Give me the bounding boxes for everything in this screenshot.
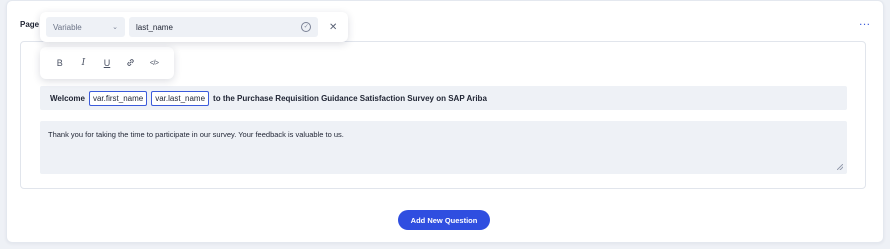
variable-popup: Variable ⌄ last_name ✓ ✕ bbox=[40, 12, 348, 42]
confirm-check-icon[interactable]: ✓ bbox=[301, 22, 312, 32]
variable-type-select[interactable]: Variable ⌄ bbox=[46, 17, 125, 37]
link-icon-svg bbox=[127, 58, 134, 66]
code-button[interactable]: </> bbox=[146, 60, 162, 67]
variable-name-input[interactable]: last_name ✓ bbox=[129, 17, 319, 37]
link-icon[interactable] bbox=[123, 58, 139, 69]
variable-name-value: last_name bbox=[136, 22, 173, 32]
more-options-icon[interactable]: … bbox=[856, 15, 872, 31]
close-icon[interactable]: ✕ bbox=[324, 18, 342, 36]
variable-type-value: Variable bbox=[53, 22, 82, 32]
page-label: Page bbox=[20, 20, 40, 29]
title-prefix: Welcome bbox=[50, 93, 85, 103]
resize-handle-icon[interactable] bbox=[837, 164, 843, 170]
add-new-question-button[interactable]: Add New Question bbox=[398, 210, 490, 230]
variable-chip-last-name[interactable]: var.last_name bbox=[151, 90, 210, 106]
underline-button[interactable]: U bbox=[99, 58, 115, 68]
bold-button[interactable]: B bbox=[52, 58, 68, 68]
title-suffix: to the Purchase Requisition Guidance Sat… bbox=[213, 93, 487, 103]
variable-chip-first-name[interactable]: var.first_name bbox=[88, 90, 148, 106]
question-description-field[interactable]: Thank you for taking the time to partici… bbox=[40, 121, 847, 174]
description-text: Thank you for taking the time to partici… bbox=[48, 130, 344, 139]
chevron-down-icon: ⌄ bbox=[112, 24, 118, 31]
question-title-field[interactable]: Welcome var.first_name var.last_name to … bbox=[40, 86, 847, 110]
italic-button[interactable]: I bbox=[75, 58, 91, 68]
format-toolbar: B I U </> bbox=[40, 47, 174, 79]
